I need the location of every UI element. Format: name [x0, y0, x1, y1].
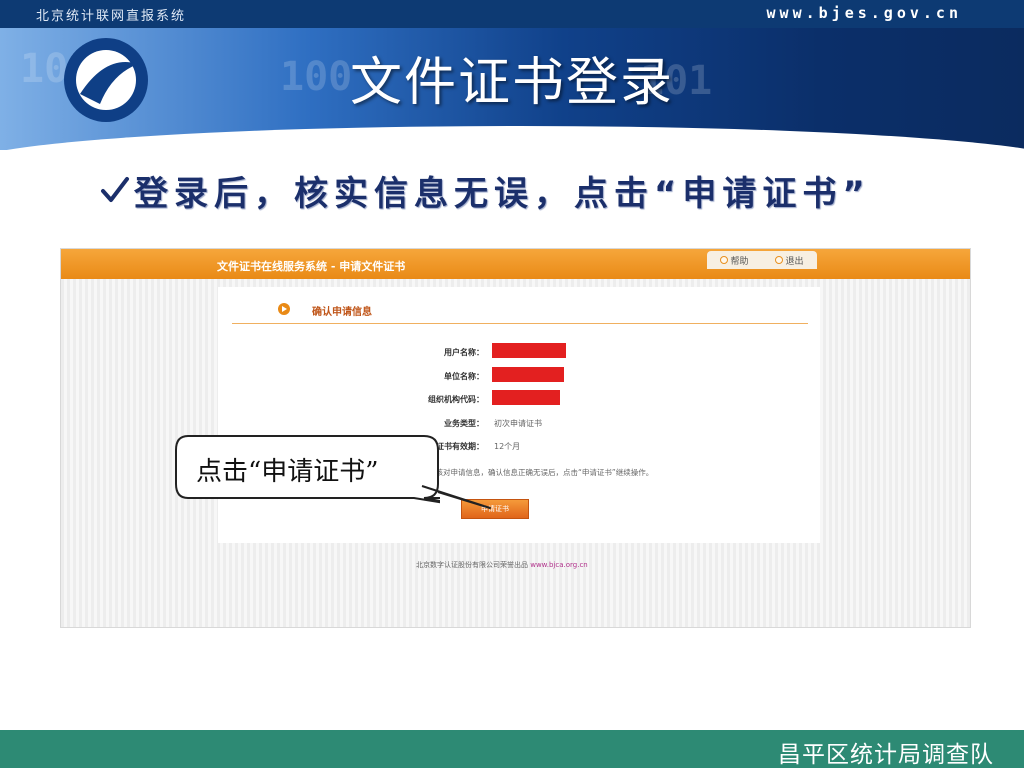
field-company: 单位名称： [218, 367, 820, 385]
redaction-block [492, 367, 564, 382]
field-value: 初次申请证书 [494, 419, 542, 428]
screenshot-header-title: 文件证书在线服务系统 - 申请文件证书 [217, 260, 406, 273]
tab-help[interactable]: 帮助 [720, 254, 749, 267]
field-label: 证书有效期： [436, 442, 484, 451]
confirm-note: 请核对申请信息，确认信息正确无误后，点击“申请证书”继续操作。 [428, 468, 654, 477]
field-username: 用户名称： [218, 343, 820, 361]
slide-title: 文件证书登录 [349, 53, 674, 113]
top-bar: 北京统计联网直报系统 www.bjes.gov.cn [0, 0, 1024, 28]
circle-icon [775, 256, 784, 264]
field-business-type: 业务类型： 初次申请证书 [218, 414, 820, 432]
field-label: 单位名称： [444, 372, 484, 381]
screenshot-footer: 北京数字认证股份有限公司荣誉出品 www.bjca.org.cn [416, 560, 588, 570]
field-label: 业务类型： [444, 419, 484, 428]
callout-text: 点击“申请证书” [196, 457, 379, 487]
field-label: 用户名称： [444, 348, 484, 357]
footer-org: 昌平区统计局调查队 [778, 742, 994, 768]
redaction-block [492, 343, 566, 358]
footer-link[interactable]: www.bjca.org.cn [530, 561, 588, 569]
field-org-code: 组织机构代码： [218, 390, 820, 408]
org-name: 北京统计联网直报系统 [36, 9, 187, 24]
tab-logout[interactable]: 退出 [775, 254, 804, 267]
instruction-line: 登录后，核实信息无误，点击“申请证书” [100, 168, 871, 214]
arrow-circle-icon [278, 303, 290, 315]
field-value: 12个月 [494, 442, 521, 451]
banner-curve [0, 126, 1024, 150]
instruction-text: 登录后，核实信息无误，点击“申请证书” [134, 173, 871, 214]
callout-pointer [421, 485, 491, 509]
bottom-bar: 昌平区统计局调查队 [0, 730, 1024, 768]
check-icon [101, 177, 129, 202]
tab-logout-label: 退出 [785, 256, 804, 267]
redaction-block [492, 390, 560, 405]
tab-help-label: 帮助 [730, 256, 749, 267]
field-label: 组织机构代码： [428, 395, 484, 404]
footer-credit: 北京数字认证股份有限公司荣誉出品 [416, 561, 528, 569]
screenshot-tabs: 帮助 退出 [707, 251, 817, 269]
section-title: 确认申请信息 [312, 307, 372, 318]
section-header: 确认申请信息 [232, 303, 808, 324]
site-url: www.bjes.gov.cn [766, 4, 962, 22]
circle-icon [720, 256, 729, 264]
screenshot-header: 文件证书在线服务系统 - 申请文件证书 帮助 退出 [61, 249, 970, 279]
